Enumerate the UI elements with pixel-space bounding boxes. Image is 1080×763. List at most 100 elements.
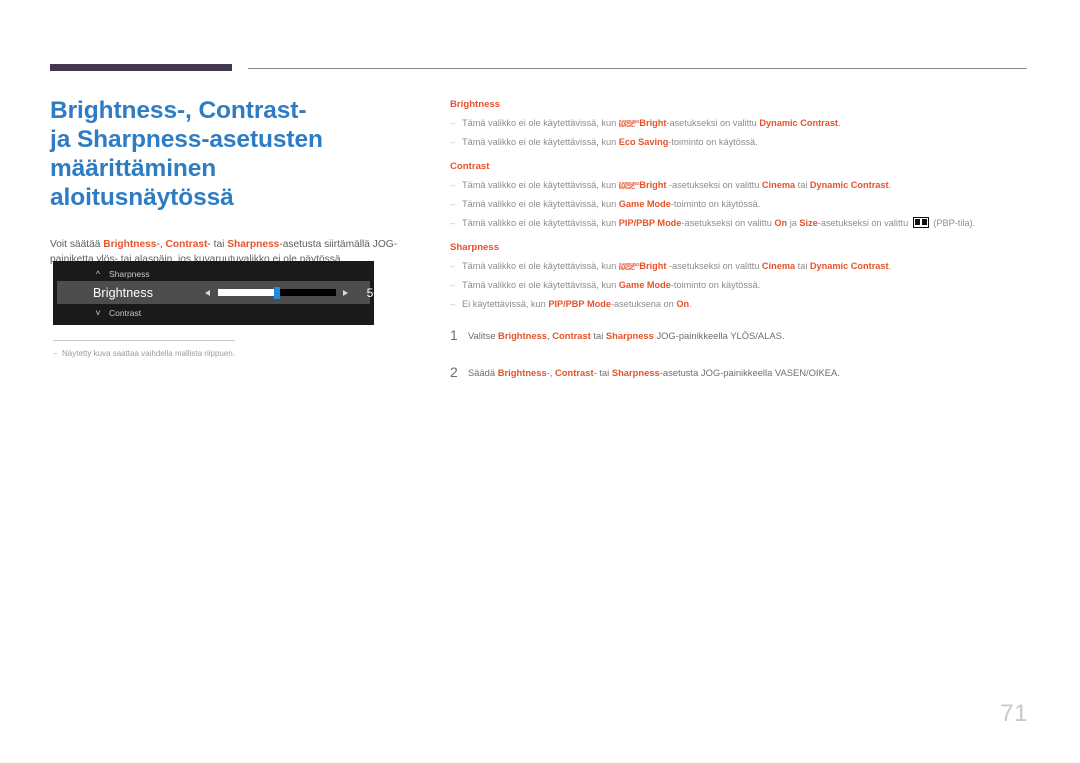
bullet-text: Ei käytettävissä, kun PIP/PBP Mode-asetu… xyxy=(462,297,1020,312)
bullet-text-pre: Tämä valikko ei ole käytettävissä, kun xyxy=(462,261,619,271)
bullet-text-mid-2: tai xyxy=(795,180,810,190)
osd-item-contrast[interactable]: ˅ Contrast xyxy=(53,304,374,322)
slider-track[interactable] xyxy=(218,286,336,299)
intro-text-3: - tai xyxy=(207,239,228,250)
bullet-dash-marker: ‒ xyxy=(450,137,456,147)
bullet-keyword-2: Cinema xyxy=(761,180,796,190)
bullet-item: ‒ Tämä valikko ei ole käytettävissä, kun… xyxy=(450,278,1020,293)
bullet-keyword-1: Game Mode xyxy=(618,280,671,290)
bullet-text-post: . xyxy=(837,118,841,128)
step-number: 2 xyxy=(450,364,458,380)
step-text: Säädä Brightness-, Contrast- tai Sharpne… xyxy=(468,365,1020,380)
bullet-text-mid: -toiminto on käytössä. xyxy=(670,280,761,290)
bullet-text-pre: Tämä valikko ei ole käytettävissä, kun xyxy=(462,280,619,290)
osd-item-brightness-label: Brightness xyxy=(93,285,154,300)
step-text-post: -asetusta JOG-painikkeella VASEN/OIKEA. xyxy=(659,367,840,378)
bullet-dash-marker: ‒ xyxy=(450,261,456,271)
chevron-up-icon: ^ xyxy=(95,268,101,279)
page-number: 71 xyxy=(1000,700,1028,727)
bullet-text: Tämä valikko ei ole käytettävissä, kun S… xyxy=(462,178,1020,193)
bullet-keyword-1: Bright xyxy=(639,118,667,128)
bullet-dash-marker: ‒ xyxy=(450,199,456,209)
header-accent-bar xyxy=(50,64,232,71)
bullet-text-mid-2: tai xyxy=(795,261,810,271)
bullet-text-pre: Ei käytettävissä, kun xyxy=(462,299,549,309)
samsung-magic-logo-bottom: MAGIC xyxy=(618,266,635,272)
osd-item-contrast-label: Contrast xyxy=(109,308,142,318)
bullet-text-mid: -asetuksena on xyxy=(610,299,677,309)
step-text-mid-1: -, xyxy=(546,367,556,378)
bullet-text-pre: Tämä valikko ei ole käytettävissä, kun xyxy=(462,199,619,209)
intro-keyword-sharpness: Sharpness xyxy=(227,239,280,250)
slider-decrease-arrow-icon[interactable] xyxy=(205,289,210,296)
slider-increase-arrow-icon[interactable] xyxy=(343,289,348,296)
bullet-text-post: . xyxy=(888,180,892,190)
bullet-keyword-1: Bright xyxy=(639,261,667,271)
bullet-keyword-1: Bright xyxy=(639,180,667,190)
bullet-dash-marker: ‒ xyxy=(450,218,456,228)
bullet-text-mid: -toiminto on käytössä. xyxy=(668,137,758,147)
bullet-keyword-2: On xyxy=(676,299,690,309)
footnote-divider xyxy=(53,340,235,341)
osd-item-brightness-selected[interactable]: Brightness 50 xyxy=(57,281,374,304)
footnote-line: ‒ Näytetty kuva saattaa vaihdella mallis… xyxy=(53,348,383,360)
bullet-text-post: . xyxy=(689,299,692,309)
bullet-text: Tämä valikko ei ole käytettävissä, kun S… xyxy=(462,116,1020,131)
bullet-keyword-1: PIP/PBP Mode xyxy=(548,299,611,309)
bullet-keyword-2: Dynamic Contrast xyxy=(759,118,838,128)
osd-brightness-slider[interactable]: 50 xyxy=(205,281,374,304)
step-number: 1 xyxy=(450,327,458,343)
step-text: Valitse Brightness, Contrast tai Sharpne… xyxy=(468,328,1020,343)
intro-text-1: Voit säätää xyxy=(50,239,104,250)
bullet-item: ‒ Tämä valikko ei ole käytettävissä, kun… xyxy=(450,197,1020,212)
bullet-text: Tämä valikko ei ole käytettävissä, kun S… xyxy=(462,259,1020,274)
bullet-text-mid: -asetukseksi on valittu xyxy=(681,218,775,228)
bullet-text: Tämä valikko ei ole käytettävissä, kun G… xyxy=(462,197,1020,212)
osd-menu-preview: ^ Sharpness Brightness 50 ˅ Contrast xyxy=(53,261,374,325)
bullet-item: ‒ Tämä valikko ei ole käytettävissä, kun… xyxy=(450,135,1020,150)
bullet-keyword-1: Eco Saving xyxy=(618,137,669,147)
left-column: Brightness-, Contrast- ja Sharpness-aset… xyxy=(50,96,402,277)
step-text-mid-2: tai xyxy=(590,330,606,341)
step-keyword-1: Brightness xyxy=(497,367,547,378)
bullet-text: Tämä valikko ei ole käytettävissä, kun E… xyxy=(462,135,1020,150)
step-keyword-2: Contrast xyxy=(552,330,591,341)
bullet-dash-marker: ‒ xyxy=(450,299,456,309)
page-title: Brightness-, Contrast- ja Sharpness-aset… xyxy=(50,96,402,212)
bullet-text: Tämä valikko ei ole käytettävissä, kun P… xyxy=(462,216,1020,231)
samsung-magic-logo-icon: SAMSUNG MAGIC xyxy=(619,181,640,191)
step-text-pre: Säädä xyxy=(468,367,498,378)
bullet-item: ‒ Tämä valikko ei ole käytettävissä, kun… xyxy=(450,259,1020,274)
bullet-text-mid-2: ja xyxy=(787,218,800,228)
right-column: Brightness ‒ Tämä valikko ei ole käytett… xyxy=(450,99,1020,402)
step-text-pre: Valitse xyxy=(468,330,499,341)
bullet-text-mid-3: -asetukseksi on valittu xyxy=(817,218,911,228)
bullet-item: ‒ Tämä valikko ei ole käytettävissä, kun… xyxy=(450,216,1020,231)
page-title-line-3: määrittäminen aloitusnäytössä xyxy=(50,155,234,211)
bullet-text-mid: -asetukseksi on valittu xyxy=(666,261,762,271)
intro-keyword-contrast: Contrast xyxy=(165,239,208,250)
bullet-dash-marker: ‒ xyxy=(450,280,456,290)
slider-thumb[interactable] xyxy=(274,286,280,299)
bullet-text-pre: Tämä valikko ei ole käytettävissä, kun xyxy=(462,218,619,228)
bullet-text-pre: Tämä valikko ei ole käytettävissä, kun xyxy=(462,137,619,147)
bullet-keyword-3: Dynamic Contrast xyxy=(809,180,889,190)
bullet-dash-marker: ‒ xyxy=(450,180,456,190)
slider-fill xyxy=(218,289,277,296)
bullet-text-pre: Tämä valikko ei ole käytettävissä, kun xyxy=(462,118,619,128)
osd-brightness-value: 50 xyxy=(366,285,374,300)
header-divider-line xyxy=(248,68,1027,69)
step-item: 1 Valitse Brightness, Contrast tai Sharp… xyxy=(450,328,1020,343)
bullet-keyword-1: Game Mode xyxy=(618,199,671,209)
bullet-text-mid: -toiminto on käytössä. xyxy=(670,199,761,209)
chevron-down-icon: ˅ xyxy=(95,307,101,318)
bullet-text-post: (PBP-tila). xyxy=(930,218,976,228)
bullet-text-pre: Tämä valikko ei ole käytettävissä, kun xyxy=(462,180,619,190)
page-header-rules xyxy=(50,64,1027,74)
footnote-dash-marker: ‒ xyxy=(53,349,58,358)
osd-item-sharpness-label: Sharpness xyxy=(109,269,150,279)
bullet-item: ‒ Tämä valikko ei ole käytettävissä, kun… xyxy=(450,178,1020,193)
section-heading-contrast: Contrast xyxy=(450,161,490,172)
left-footnote: ‒ Näytetty kuva saattaa vaihdella mallis… xyxy=(53,340,383,360)
bullet-keyword-3: Size xyxy=(799,218,818,228)
